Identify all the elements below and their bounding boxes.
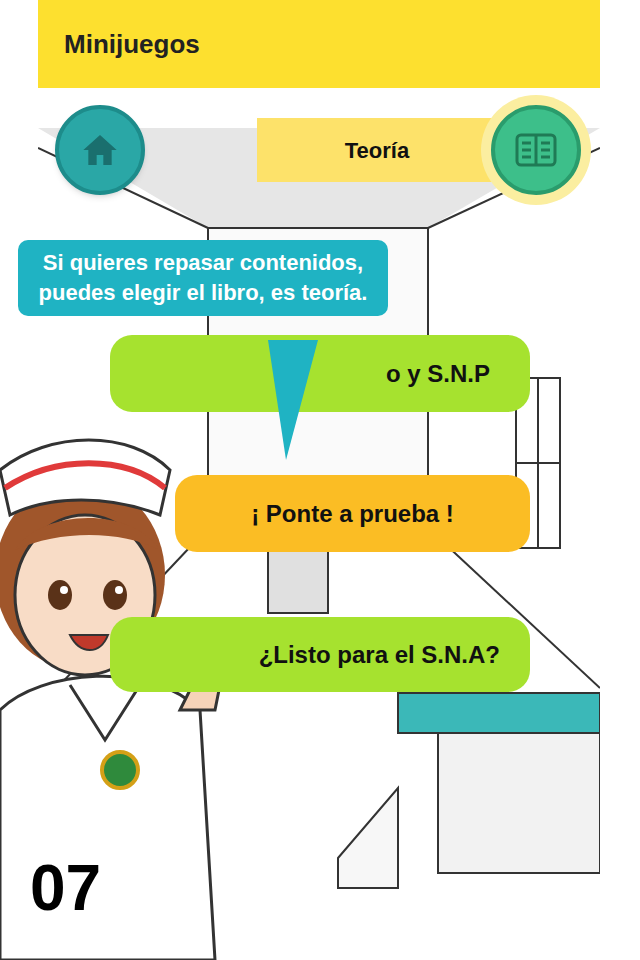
header-title: Minijuegos bbox=[64, 25, 200, 64]
theory-label: Teoría bbox=[257, 118, 497, 182]
menu-button[interactable]: ¡ Ponte a prueba ! bbox=[175, 475, 530, 552]
book-icon bbox=[514, 130, 558, 170]
menu-button[interactable]: ¿Listo para el S.N.A? bbox=[110, 617, 530, 692]
book-button[interactable] bbox=[491, 105, 581, 195]
speech-bubble: Si quieres repasar contenidos, puedes el… bbox=[18, 240, 388, 316]
page-number: 07 bbox=[30, 852, 101, 924]
home-button[interactable] bbox=[55, 105, 145, 195]
app-screen: Minijuegos Teoría o y S.N.P ¡ Ponte a prueb… bbox=[0, 0, 640, 960]
menu-button[interactable]: o y S.N.P bbox=[110, 335, 530, 412]
toolbar: Teoría bbox=[38, 103, 600, 197]
speech-bubble-tail-icon bbox=[268, 340, 318, 460]
header-bar: Minijuegos bbox=[38, 0, 600, 88]
house-icon bbox=[80, 130, 120, 170]
